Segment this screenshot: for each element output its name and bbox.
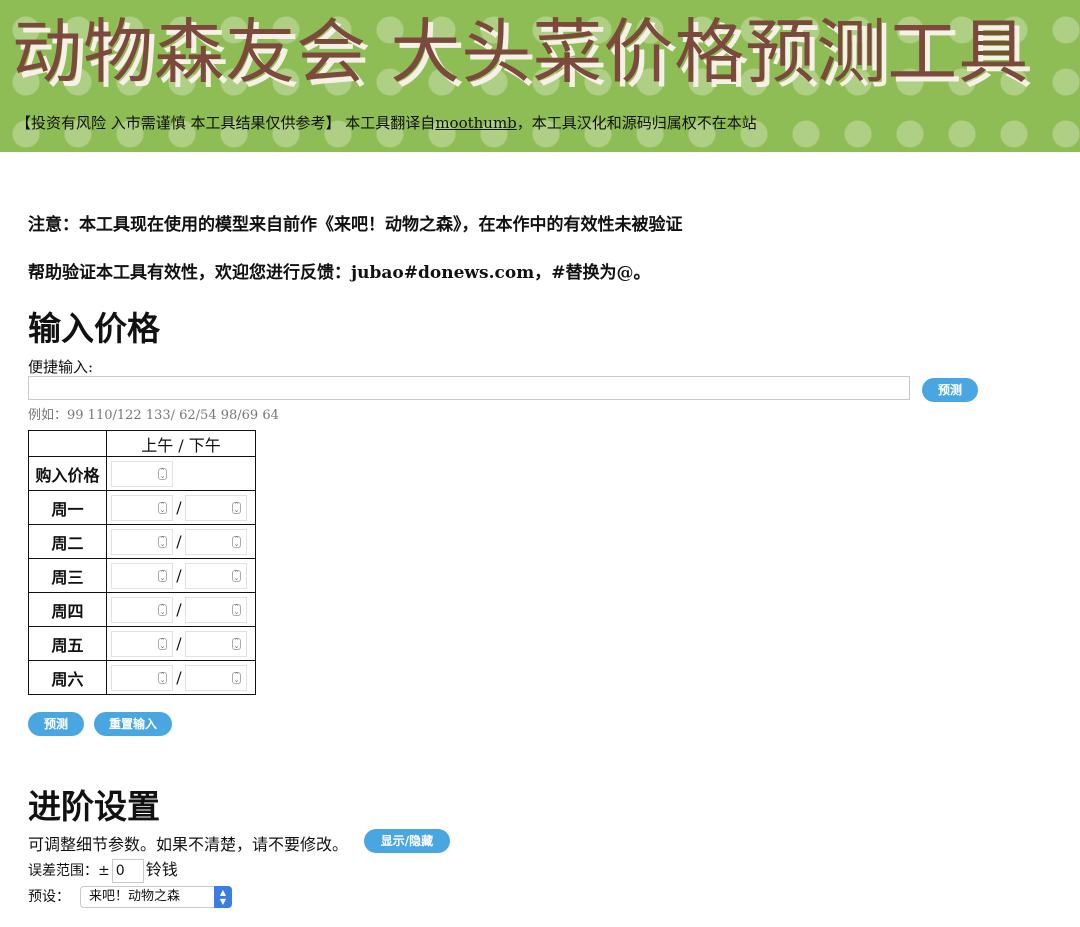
quick-predict-button[interactable]: 预测 xyxy=(922,378,978,402)
separator: / xyxy=(176,532,182,551)
advanced-description: 可调整细节参数。如果不清楚，请不要修改。 xyxy=(28,835,349,854)
select-arrows-icon[interactable]: ▲ ▼ xyxy=(214,886,232,908)
stepper-icon[interactable]: ⌃ ⌄ xyxy=(158,467,167,480)
stepper-icon[interactable]: ⌃ ⌄ xyxy=(158,535,167,548)
price-table: 上午 / 下午 购入价格 ⌃ ⌄ 周一 ⌃ ⌄ / ⌃ ⌄ 周二 ⌃ ⌄ / ⌃ ⌄ 周三 ⌃ ⌄ /… xyxy=(28,430,256,695)
reset-input-button[interactable]: 重置输入 xyxy=(94,712,172,736)
stepper-icon[interactable]: ⌃ ⌄ xyxy=(232,569,241,582)
fri-am-input[interactable]: ⌃ ⌄ xyxy=(111,630,173,657)
tue-pm-input[interactable]: ⌃ ⌄ xyxy=(185,528,247,555)
thu-am-input[interactable]: ⌃ ⌄ xyxy=(111,596,173,623)
stepper-icon[interactable]: ⌃ ⌄ xyxy=(232,603,241,616)
stepper-icon[interactable]: ⌃ ⌄ xyxy=(158,603,167,616)
table-header-am-pm: 上午 / 下午 xyxy=(106,430,256,457)
thu-pm-input[interactable]: ⌃ ⌄ xyxy=(185,596,247,623)
preset-selected-value: 来吧！动物之森 xyxy=(89,889,181,904)
predict-button[interactable]: 预测 xyxy=(28,712,84,736)
stepper-icon[interactable]: ⌃ ⌄ xyxy=(158,501,167,514)
tue-am-input[interactable]: ⌃ ⌄ xyxy=(111,528,173,555)
row-label-thu: 周四 xyxy=(28,592,107,627)
separator: / xyxy=(176,566,182,585)
mon-pm-input[interactable]: ⌃ ⌄ xyxy=(185,494,247,521)
buy-price-label: 购入价格 xyxy=(28,456,107,491)
preset-select[interactable]: 来吧！动物之森 ▲ ▼ xyxy=(80,886,232,908)
notice-model: 注意：本工具现在使用的模型来自前作《来吧！动物之森》，在本作中的有效性未被验证 xyxy=(28,215,683,235)
separator: / xyxy=(176,498,182,517)
disclaimer-prefix: 【投资有风险 入市需谨慎 本工具结果仅供参考】 本工具翻译自 xyxy=(16,114,436,132)
separator: / xyxy=(176,668,182,687)
notice-feedback: 帮助验证本工具有效性，欢迎您进行反馈：jubao#donews.com，#替换为… xyxy=(28,263,651,283)
disclaimer: 【投资有风险 入市需谨慎 本工具结果仅供参考】 本工具翻译自moothumb，本… xyxy=(16,112,757,133)
quick-input-field[interactable] xyxy=(28,376,910,400)
wed-am-input[interactable]: ⌃ ⌄ xyxy=(111,562,173,589)
advanced-settings-heading: 进阶设置 xyxy=(28,787,160,826)
error-range-label: 误差范围：± xyxy=(28,863,110,879)
input-prices-heading: 输入价格 xyxy=(28,309,160,348)
row-label-fri: 周五 xyxy=(28,626,107,661)
sat-am-input[interactable]: ⌃ ⌄ xyxy=(111,664,173,691)
site-title: 动物森友会 大头菜价格预测工具 xyxy=(12,11,1030,93)
row-label-mon: 周一 xyxy=(28,490,107,525)
quick-input-example: 例如：99 110/122 133/ 62/54 98/69 64 xyxy=(28,408,279,423)
quick-input-label: 便捷输入: xyxy=(28,358,94,376)
disclaimer-suffix: ，本工具汉化和源码归属权不在本站 xyxy=(516,114,757,132)
error-range-row: 误差范围：± 0 铃钱 xyxy=(28,856,178,883)
site-header: 动物森友会 大头菜价格预测工具 【投资有风险 入市需谨慎 本工具结果仅供参考】 … xyxy=(0,0,1080,152)
stepper-icon[interactable]: ⌃ ⌄ xyxy=(158,637,167,650)
sat-pm-input[interactable]: ⌃ ⌄ xyxy=(185,664,247,691)
mon-am-input[interactable]: ⌃ ⌄ xyxy=(111,494,173,521)
table-corner xyxy=(28,430,107,457)
row-label-wed: 周三 xyxy=(28,558,107,593)
wed-pm-input[interactable]: ⌃ ⌄ xyxy=(185,562,247,589)
show-hide-button[interactable]: 显示/隐藏 xyxy=(364,829,450,853)
stepper-icon[interactable]: ⌃ ⌄ xyxy=(232,535,241,548)
stepper-icon[interactable]: ⌃ ⌄ xyxy=(232,671,241,684)
preset-row: 预设： 来吧！动物之森 ▲ ▼ xyxy=(28,886,232,908)
error-range-input[interactable]: 0 xyxy=(111,859,144,883)
moothumb-link[interactable]: moothumb xyxy=(435,114,516,132)
stepper-icon[interactable]: ⌃ ⌄ xyxy=(232,637,241,650)
separator: / xyxy=(176,634,182,653)
fri-pm-input[interactable]: ⌃ ⌄ xyxy=(185,630,247,657)
buy-price-input[interactable]: ⌃ ⌄ xyxy=(111,460,173,487)
stepper-icon[interactable]: ⌃ ⌄ xyxy=(158,569,167,582)
preset-label: 预设： xyxy=(28,889,70,905)
error-range-unit: 铃钱 xyxy=(145,860,178,879)
row-label-sat: 周六 xyxy=(28,660,107,695)
row-label-tue: 周二 xyxy=(28,524,107,559)
stepper-icon[interactable]: ⌃ ⌄ xyxy=(158,671,167,684)
stepper-icon[interactable]: ⌃ ⌄ xyxy=(232,501,241,514)
separator: / xyxy=(176,600,182,619)
